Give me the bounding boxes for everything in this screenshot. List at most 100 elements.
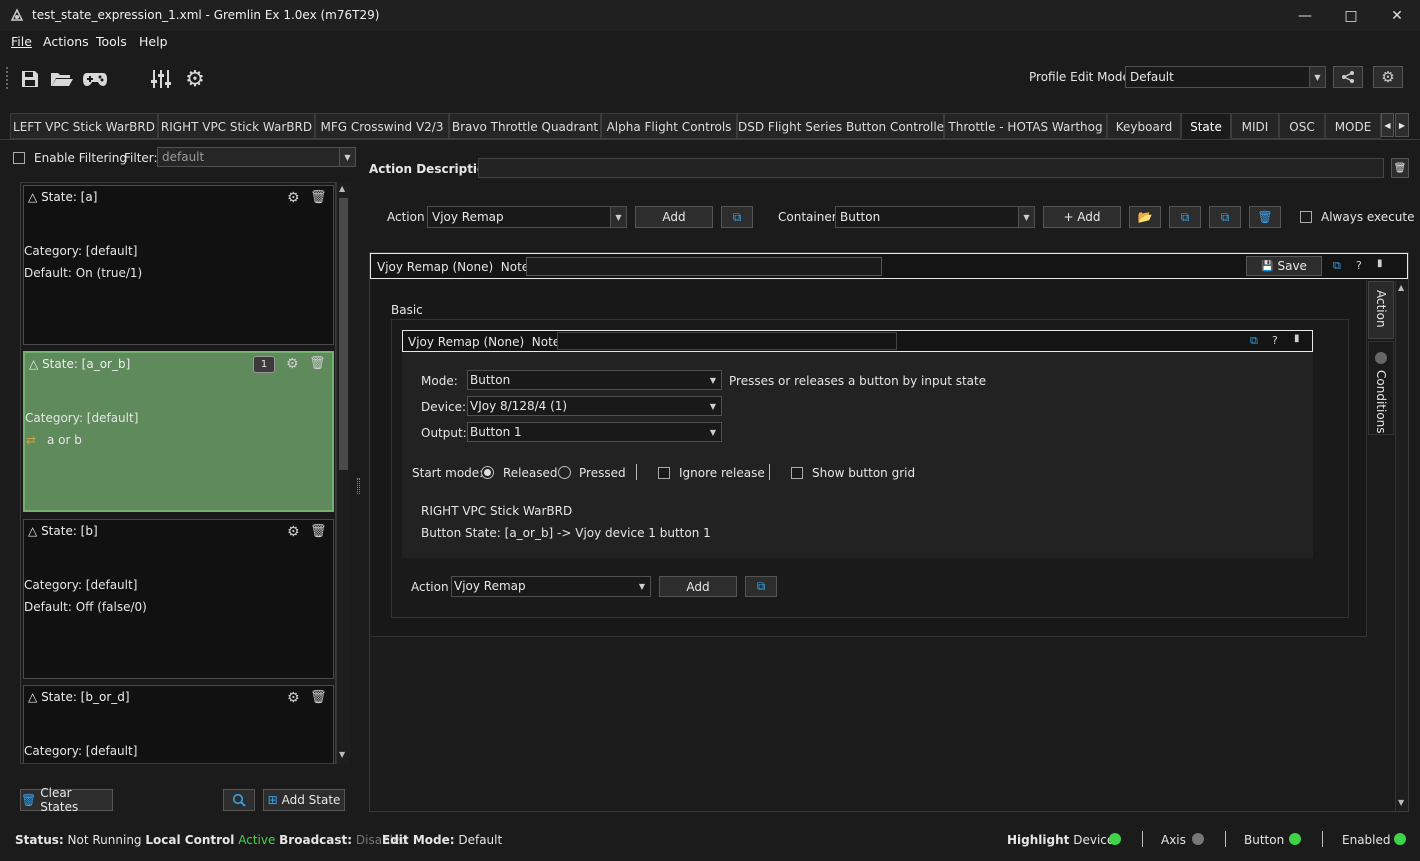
container-paste-button[interactable]: ⧉ (1209, 206, 1241, 228)
state-card[interactable]: △ State: [b] ⚙ 🗑 Category: [default] Def… (23, 519, 334, 679)
inner-action-paste-button[interactable]: ⧉ (745, 576, 777, 597)
folder-icon: 📂 (1137, 210, 1153, 224)
button-status-dot[interactable] (1289, 833, 1301, 845)
tab-keyboard[interactable]: Keyboard (1107, 113, 1181, 139)
state-card[interactable]: △ State: [b_or_d] ⚙ 🗑 Category: [default… (23, 685, 334, 763)
side-tab-conditions[interactable]: Conditions (1368, 341, 1394, 435)
enable-filtering-checkbox[interactable] (13, 152, 25, 164)
device-select[interactable]: VJoy 8/128/4 (1) ▼ (467, 396, 722, 416)
menu-file[interactable]: File (11, 34, 32, 49)
tab-osc[interactable]: OSC (1279, 113, 1325, 139)
tab-mfg-crosswind[interactable]: MFG Crosswind V2/3 (315, 113, 449, 139)
open-folder-icon[interactable] (49, 67, 75, 91)
gear-icon[interactable]: ⚙ (287, 690, 300, 706)
trash-icon[interactable]: 🗑 (310, 190, 327, 205)
trash-icon[interactable]: 🗑 (310, 690, 327, 705)
trash-icon[interactable]: 🗑 (310, 524, 327, 539)
tab-throttle-warthog[interactable]: Throttle - HOTAS Warthog (944, 113, 1107, 139)
gamepad-icon[interactable] (82, 67, 108, 91)
close-button[interactable]: ✕ (1374, 0, 1420, 31)
trash-icon[interactable]: 🗑 (309, 356, 326, 371)
delete-icon[interactable]: ▮ (1377, 258, 1383, 269)
tab-alpha-flight[interactable]: Alpha Flight Controls (601, 113, 737, 139)
always-execute-checkbox[interactable] (1300, 211, 1312, 223)
action-add-button[interactable]: Add (635, 206, 713, 228)
mixer-icon[interactable] (148, 67, 174, 91)
tab-right-vpc[interactable]: RIGHT VPC Stick WarBRD (158, 113, 315, 139)
scrollbar-thumb[interactable] (339, 198, 348, 470)
state-header: △ State: [a_or_b] (29, 357, 131, 371)
mode-select[interactable]: Button ▼ (467, 370, 722, 390)
output-select[interactable]: Button 1 ▼ (467, 422, 722, 442)
state-header: △ State: [b] (28, 524, 98, 538)
device-value: VJoy 8/128/4 (1) (470, 399, 568, 413)
scroll-down-arrow[interactable]: ▼ (339, 750, 345, 759)
scroll-up-arrow[interactable]: ▲ (339, 184, 345, 193)
inner-action-value: Vjoy Remap (454, 579, 526, 593)
copy-icon[interactable]: ⧉ (1333, 259, 1341, 273)
editor-scrollbar[interactable]: ▲ ▼ (1395, 281, 1408, 811)
action-select[interactable]: Vjoy Remap ▼ (427, 206, 627, 228)
scroll-down-arrow[interactable]: ▼ (1398, 798, 1404, 807)
enabled-status-dot[interactable] (1394, 833, 1406, 845)
tab-state[interactable]: State (1181, 113, 1231, 139)
state-list-scrollbar[interactable]: ▲ ▼ (336, 182, 350, 764)
share-button[interactable] (1333, 66, 1363, 88)
minimize-button[interactable]: — (1282, 0, 1328, 31)
action-description-clear-button[interactable]: 🗑 (1391, 158, 1409, 178)
help-icon[interactable]: ? (1272, 334, 1278, 347)
add-state-button[interactable]: ⊞ Add State (263, 789, 345, 811)
profile-edit-mode-select[interactable]: Default ▼ (1125, 66, 1326, 88)
scroll-up-arrow[interactable]: ▲ (1398, 283, 1404, 292)
container-copy-button[interactable]: ⧉ (1169, 206, 1201, 228)
help-icon[interactable]: ? (1356, 259, 1362, 272)
gear-icon[interactable]: ⚙ (287, 190, 300, 206)
inner-notes-input[interactable] (557, 332, 897, 350)
inner-action-select[interactable]: Vjoy Remap ▼ (451, 576, 651, 597)
inner-action-add-button[interactable]: Add (659, 576, 737, 597)
tab-scroll-left-button[interactable]: ◀ (1381, 113, 1394, 137)
tab-left-vpc[interactable]: LEFT VPC Stick WarBRD (10, 113, 158, 139)
tab-bravo-throttle[interactable]: Bravo Throttle Quadrant (449, 113, 601, 139)
clear-states-button[interactable]: 🗑 Clear States (20, 786, 113, 814)
start-mode-label: Start mode: (412, 466, 484, 480)
container-delete-button[interactable]: 🗑 (1249, 206, 1281, 228)
state-card-selected[interactable]: △ State: [a_or_b] 1 ⚙ 🗑 Category: [defau… (23, 351, 334, 512)
action-label: Action (387, 210, 425, 224)
axis-status-dot[interactable] (1192, 833, 1204, 845)
container-select[interactable]: Button ▼ (835, 206, 1035, 228)
menu-help[interactable]: Help (139, 34, 168, 49)
save-button[interactable]: 💾 Save (1246, 256, 1322, 276)
tab-dsd-flight[interactable]: DSD Flight Series Button Controller (737, 113, 949, 139)
splitter-handle[interactable] (357, 478, 360, 494)
settings-gear-icon[interactable]: ⚙ (182, 67, 208, 92)
state-card[interactable]: △ State: [a] ⚙ 🗑 Category: [default] Def… (23, 185, 334, 345)
pressed-radio[interactable] (558, 466, 571, 479)
save-icon[interactable] (17, 67, 43, 91)
gear-icon[interactable]: ⚙ (286, 356, 299, 372)
menu-tools[interactable]: Tools (96, 34, 127, 49)
state-count-badge: 1 (253, 356, 275, 373)
notes-input[interactable] (526, 257, 882, 276)
container-add-button[interactable]: + Add (1043, 206, 1121, 228)
show-button-grid-checkbox[interactable] (791, 467, 803, 479)
device-status-dot[interactable] (1109, 833, 1121, 845)
state-header: △ State: [b_or_d] (28, 690, 130, 704)
gear-icon[interactable]: ⚙ (287, 524, 300, 540)
filter-select[interactable]: default ▼ (157, 147, 356, 167)
tab-mode[interactable]: MODE (1325, 113, 1381, 139)
ignore-release-checkbox[interactable] (658, 467, 670, 479)
profile-settings-button[interactable]: ⚙ (1373, 66, 1403, 88)
copy-icon[interactable]: ⧉ (1250, 334, 1258, 348)
tab-scroll-right-button[interactable]: ▶ (1395, 113, 1409, 137)
delete-icon[interactable]: ▮ (1294, 333, 1300, 344)
menu-actions[interactable]: Actions (43, 34, 89, 49)
action-paste-button[interactable]: ⧉ (721, 206, 753, 228)
action-description-input[interactable] (478, 158, 1384, 178)
container-open-button[interactable]: 📂 (1129, 206, 1161, 228)
released-radio[interactable] (481, 466, 494, 479)
maximize-button[interactable]: □ (1328, 0, 1374, 31)
tab-midi[interactable]: MIDI (1231, 113, 1279, 139)
search-button[interactable] (223, 789, 255, 811)
side-tab-action[interactable]: Action (1368, 281, 1394, 339)
